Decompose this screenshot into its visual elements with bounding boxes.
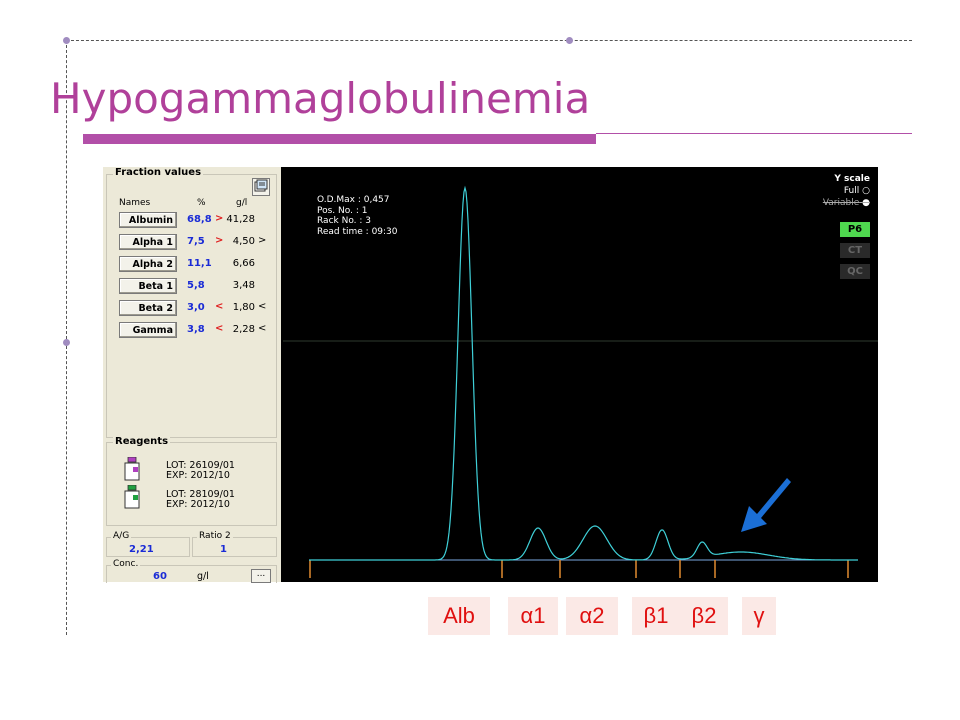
full-label: Full [843,186,860,196]
fraction-gl: 2,28 [232,324,255,335]
slide-title: Hypogammaglobulinemia [50,74,591,123]
y-scale-variable-option[interactable]: Variable ● [823,197,870,209]
od-max: O.D.Max : 0,457 [317,195,390,205]
dashed-left-rule [66,40,67,635]
fraction-pct: 3,0 [187,302,205,313]
fraction-name-button[interactable]: Beta 1 [119,278,177,294]
label-beta1: β1 [632,597,680,635]
rack-no: Rack No. : 3 [317,216,372,226]
pointer-arrow-icon [741,478,791,532]
fraction-dividers [309,560,849,578]
fraction-row: Beta 1 5,8 3,48 [115,278,275,296]
title-underline-thin [596,133,912,134]
title-underline-thick [83,134,596,144]
fraction-pct: 5,8 [187,280,205,291]
label-alb: Alb [428,597,490,635]
label-alpha2: α2 [566,597,618,635]
p6-button[interactable]: P6 [840,222,870,237]
fraction-gl: 6,66 [232,258,255,269]
reagents-group [106,442,277,526]
side-dot [63,339,70,346]
y-scale-label: Y scale [834,174,870,184]
fraction-pct: 11,1 [187,258,212,269]
fraction-pct: 68,8 [187,214,212,225]
reagent-bottle-icon [123,484,141,509]
ct-button[interactable]: CT [840,243,870,258]
fraction-row: Beta 2 3,0 < 1,80 < [115,300,275,318]
fraction-gl: 4,50 [232,236,255,247]
read-time: Read time : 09:30 [317,226,398,237]
fraction-gl: 3,48 [232,280,255,291]
ratio2-value: 1 [220,544,227,555]
ratio2-label: Ratio 2 [197,531,233,541]
fraction-gl: 41,28 [226,214,255,225]
qc-button[interactable]: QC [840,264,870,279]
y-scale-full-option[interactable]: Full ○ [823,185,870,197]
fraction-name-button[interactable]: Alpha 1 [119,234,177,250]
top-dot [566,37,573,44]
label-gamma: γ [742,597,776,635]
position-no: Pos. No. : 1 [317,205,368,216]
dashed-top-rule [66,40,912,41]
fraction-pct: 3,8 [187,324,205,335]
fraction-name-button[interactable]: Alpha 2 [119,256,177,272]
col-names-header: Names [119,198,151,208]
fraction-side-panel: Fraction values Names % g/l Albumin 68,8… [103,167,281,583]
corner-dot [63,37,70,44]
radio-selected-icon: ○ [862,186,870,196]
col-pct-header: % [197,198,206,208]
conc-label: Conc. [111,559,141,569]
fraction-gl: 1,80 [232,302,255,313]
run-info: O.D.Max : 0,457 Pos. No. : 1 Rack No. : … [317,195,398,237]
variable-label: Variable [822,198,860,208]
fraction-name-button[interactable]: Albumin [119,212,177,228]
reagents-title: Reagents [113,436,171,447]
fraction-row: Alpha 2 11,1 6,66 [115,256,275,274]
reagent-exp: EXP: 2012/10 [166,499,230,510]
gl-flag: < [258,323,267,334]
fraction-pct: 7,5 [187,236,205,247]
ag-value: 2,21 [129,544,154,555]
reagent-1-info: LOT: 26109/01 EXP: 2012/10 [166,461,235,481]
fraction-row: Albumin 68,8 > 41,28 [115,212,275,230]
conc-unit: g/l [197,571,209,582]
fraction-row: Gamma 3,8 < 2,28 < [115,322,275,340]
fraction-row: Alpha 1 7,5 > 4,50 > [115,234,275,252]
gl-flag: < [258,301,267,312]
reagent-bottle-icon [123,456,141,481]
conc-more-button[interactable]: ... [251,569,271,583]
fraction-values-title: Fraction values [113,167,204,178]
reagent-2-info: LOT: 28109/01 EXP: 2012/10 [166,490,235,510]
ag-label: A/G [111,531,132,541]
fraction-name-button[interactable]: Gamma [119,322,177,338]
reagent-exp: EXP: 2012/10 [166,470,230,481]
fraction-name-button[interactable]: Beta 2 [119,300,177,316]
col-gl-header: g/l [236,198,248,208]
export-icon[interactable] [252,178,270,196]
label-alpha1: α1 [508,597,558,635]
label-beta2: β2 [680,597,728,635]
gl-flag: > [258,235,267,246]
conc-value: 60 [153,571,167,582]
y-scale-options: Y scale Full ○ Variable ● [823,173,870,209]
radio-icon: ● [862,198,870,208]
